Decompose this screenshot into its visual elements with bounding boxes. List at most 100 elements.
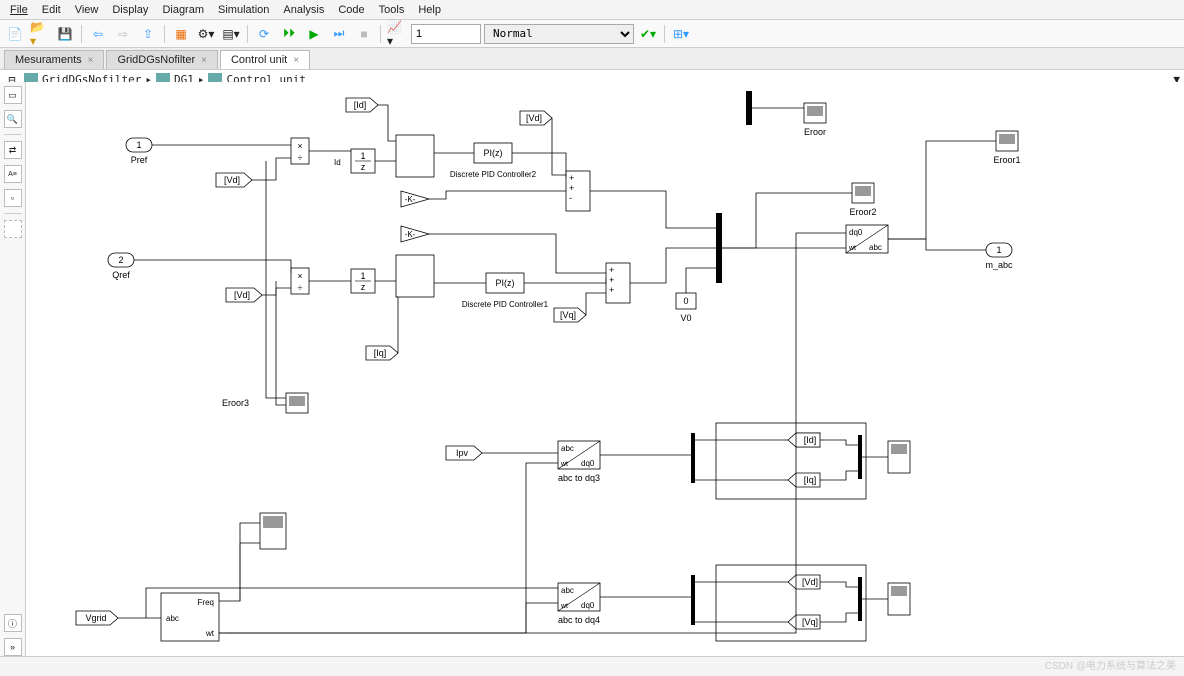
mux-idiq[interactable] <box>858 435 862 479</box>
menu-simulation[interactable]: Simulation <box>212 2 275 18</box>
pll-block[interactable]: Freq abc wt <box>161 593 219 641</box>
from-vd-3[interactable]: [Vd] <box>520 111 552 125</box>
svg-text:PI(z): PI(z) <box>484 148 503 158</box>
from-ipv[interactable]: Ipv <box>446 446 482 460</box>
close-icon[interactable]: × <box>201 55 207 66</box>
from-iq[interactable]: [Iq] <box>366 346 398 360</box>
scope-vdvq[interactable] <box>888 583 910 615</box>
sum-block-1[interactable] <box>396 135 434 177</box>
watermark: CSDN @电力系统与算法之美 <box>1045 657 1176 672</box>
forward-button[interactable]: ⇨ <box>112 23 134 45</box>
scope-eroor3[interactable]: Eroor3 <box>222 393 308 413</box>
collapse-button[interactable]: » <box>4 638 22 656</box>
explorer-button[interactable]: ▤▾ <box>220 23 242 45</box>
gain-k1[interactable]: -K- <box>401 191 429 207</box>
open-button[interactable]: 📂▾ <box>29 23 51 45</box>
pi-controller-2[interactable]: PI(z)Discrete PID Controller2 <box>450 143 537 179</box>
dq-to-abc[interactable]: dq0 abc wt <box>846 225 888 253</box>
abc-to-dq3[interactable]: abc dq0 wt abc to dq3 <box>558 441 600 483</box>
tab-control-unit[interactable]: Control unit× <box>220 50 310 69</box>
menu-view[interactable]: View <box>69 2 105 18</box>
zoom-fit-button[interactable]: ▭ <box>4 86 22 104</box>
back-button[interactable]: ⇦ <box>87 23 109 45</box>
build-button[interactable]: ⊞▾ <box>670 23 692 45</box>
svg-text:+: + <box>569 183 574 193</box>
from-vgrid[interactable]: Vgrid <box>76 611 118 625</box>
zoom-in-button[interactable]: 🔍 <box>4 110 22 128</box>
menu-bar: File Edit View Display Diagram Simulatio… <box>0 0 1184 20</box>
stop-button[interactable]: ■ <box>353 23 375 45</box>
gain-k2[interactable]: -K- <box>401 226 429 242</box>
mux-1[interactable] <box>716 213 722 283</box>
menu-tools[interactable]: Tools <box>373 2 411 18</box>
scope-eroor1[interactable]: Eroor1 <box>993 131 1020 165</box>
pi-controller-1[interactable]: PI(z)Discrete PID Controller1 <box>462 273 549 309</box>
info-button[interactable]: ⓘ <box>4 614 22 632</box>
menu-analysis[interactable]: Analysis <box>277 2 330 18</box>
up-button[interactable]: ⇧ <box>137 23 159 45</box>
integrator-2[interactable]: 1z <box>351 269 375 293</box>
sum-3[interactable]: ++- <box>566 171 590 211</box>
abc-to-dq4[interactable]: abc dq0 wt abc to dq4 <box>558 583 600 625</box>
menu-code[interactable]: Code <box>332 2 370 18</box>
menu-file[interactable]: File <box>4 2 34 18</box>
menu-edit[interactable]: Edit <box>36 2 67 18</box>
menu-display[interactable]: Display <box>106 2 154 18</box>
tab-griddgs[interactable]: GridDGsNofilter× <box>106 50 217 69</box>
close-icon[interactable]: × <box>88 55 94 66</box>
stop-time-input[interactable] <box>411 24 481 44</box>
new-button[interactable]: 📄 <box>4 23 26 45</box>
product-2[interactable]: × ÷ <box>291 268 309 294</box>
annotate-button[interactable]: A≡ <box>4 165 22 183</box>
subsystem-idiq[interactable] <box>716 423 866 499</box>
config-button[interactable]: ⚙▾ <box>195 23 217 45</box>
check-button[interactable]: ✔▾ <box>637 23 659 45</box>
fast-restart-button[interactable]: ⏵⏵ <box>278 23 300 45</box>
svg-text:z: z <box>361 162 366 172</box>
demux-4[interactable] <box>691 575 695 625</box>
sum-4[interactable]: +++ <box>606 263 630 303</box>
close-icon[interactable]: × <box>293 55 299 66</box>
mux-top[interactable] <box>746 91 752 125</box>
update-button[interactable]: ⟳ <box>253 23 275 45</box>
mux-vdvq[interactable] <box>858 577 862 621</box>
goto-vd[interactable]: [Vd] <box>788 575 820 589</box>
library-button[interactable]: ▦ <box>170 23 192 45</box>
demux-3[interactable] <box>691 433 695 483</box>
svg-text:1: 1 <box>360 271 365 281</box>
from-vd-1[interactable]: [Vd] <box>216 173 252 187</box>
subsystem-vdvq[interactable] <box>716 565 866 641</box>
scope-eroor2[interactable]: Eroor2 <box>849 183 876 217</box>
product-1[interactable]: × ÷ <box>291 138 309 164</box>
svg-text:×: × <box>297 141 302 151</box>
outport-mabc[interactable]: 1 m_abc <box>985 243 1013 270</box>
scope-eroor[interactable]: Eroor <box>804 103 826 137</box>
plot-button[interactable]: 📈▾ <box>386 23 408 45</box>
inport-qref[interactable]: 2 Qref <box>108 253 134 280</box>
inport-pref[interactable]: 1 Pref <box>126 138 152 165</box>
goto-vq[interactable]: [Vq] <box>788 615 820 629</box>
scope-freq[interactable] <box>260 513 286 549</box>
from-vq[interactable]: [Vq] <box>554 308 586 322</box>
menu-diagram[interactable]: Diagram <box>156 2 210 18</box>
from-vd-2[interactable]: [Vd] <box>226 288 262 302</box>
pan-button[interactable]: ⇄ <box>4 141 22 159</box>
integrator-1[interactable]: 1z Id <box>334 149 375 173</box>
goto-id[interactable]: [Id] <box>788 433 820 447</box>
goto-iq[interactable]: [Iq] <box>788 473 820 487</box>
step-fwd-button[interactable]: ⏭ <box>328 23 350 45</box>
run-button[interactable]: ▶ <box>303 23 325 45</box>
menu-help[interactable]: Help <box>412 2 447 18</box>
model-canvas[interactable]: 1 Pref 2 Qref [Vd] [Vd] × ÷ × ÷ 1z Id 1z… <box>26 82 1184 656</box>
svg-text:abc to dq4: abc to dq4 <box>558 615 600 625</box>
save-button[interactable]: 💾 <box>54 23 76 45</box>
scope-idiq[interactable] <box>888 441 910 473</box>
image-button[interactable]: ▫ <box>4 189 22 207</box>
from-id[interactable]: [Id] <box>346 98 378 112</box>
sum-block-2[interactable] <box>396 255 434 297</box>
sim-mode-select[interactable]: Normal <box>484 24 634 44</box>
svg-text:Discrete PID Controller1: Discrete PID Controller1 <box>462 300 549 309</box>
area-button[interactable] <box>4 220 22 238</box>
tab-mesuraments[interactable]: Mesuraments× <box>4 50 104 69</box>
constant-v0[interactable]: 0V0 <box>676 293 696 323</box>
